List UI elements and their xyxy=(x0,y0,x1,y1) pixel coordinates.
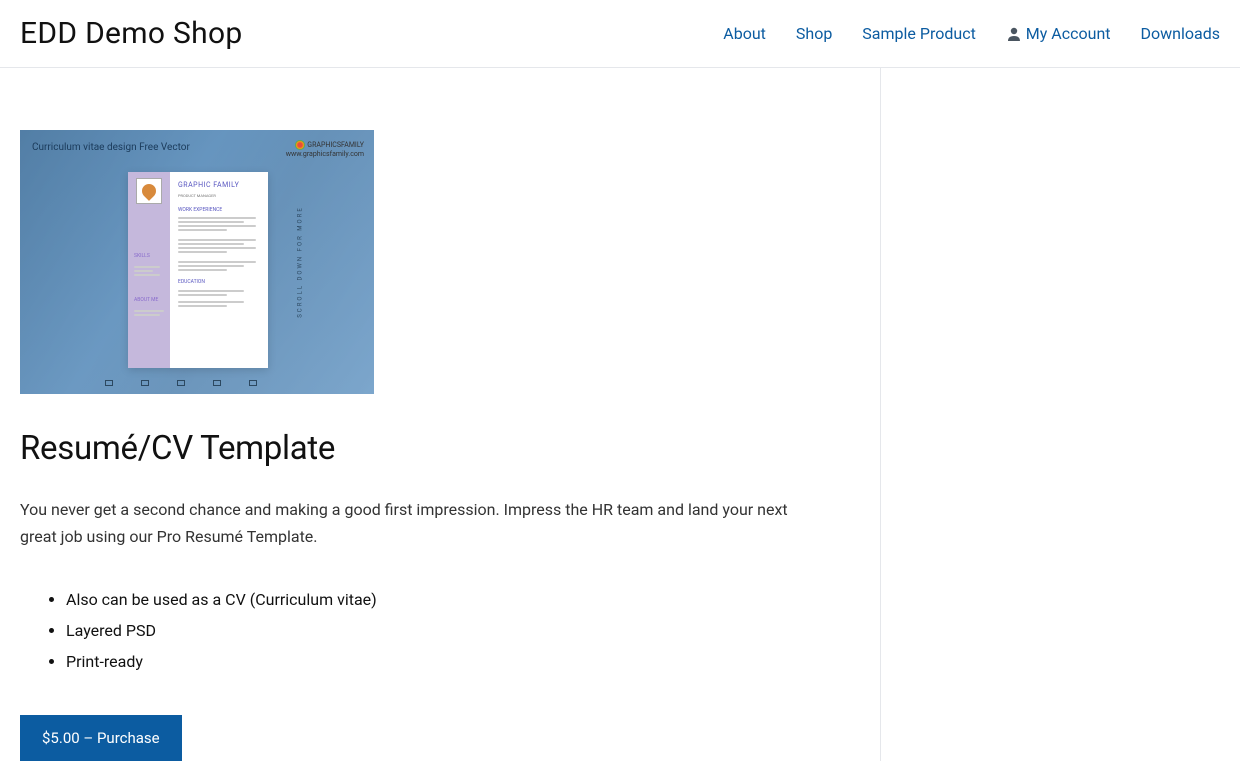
content-area: Curriculum vitae design Free Vector GRAP… xyxy=(20,68,880,761)
sidebar xyxy=(880,68,1220,761)
list-item: Also can be used as a CV (Curriculum vit… xyxy=(66,586,840,615)
nav-sample-product[interactable]: Sample Product xyxy=(862,24,976,43)
product-title: Resumé/CV Template xyxy=(20,429,840,468)
footer-mini-icon xyxy=(105,380,113,386)
resume-doc-name: GRAPHIC FAMILY xyxy=(178,180,260,191)
product-image: Curriculum vitae design Free Vector GRAP… xyxy=(20,130,374,394)
preview-footer-icons xyxy=(105,380,257,386)
resume-mock: SKILLS ABOUT ME GRAPHIC FAMILY PRODUCT M… xyxy=(128,172,268,368)
nav-my-account[interactable]: My Account xyxy=(1006,24,1111,43)
list-item: Layered PSD xyxy=(66,617,840,646)
preview-badge: GRAPHICSFAMILY www.graphicsfamily.com xyxy=(286,140,364,158)
list-item: Print-ready xyxy=(66,648,840,677)
footer-mini-icon xyxy=(141,380,149,386)
nav-shop[interactable]: Shop xyxy=(796,24,832,43)
resume-education-heading: EDUCATION xyxy=(178,279,260,287)
resume-about-heading: ABOUT ME xyxy=(134,296,166,304)
nav-downloads[interactable]: Downloads xyxy=(1141,24,1220,43)
preview-badge-url: www.graphicsfamily.com xyxy=(286,150,364,158)
site-title[interactable]: EDD Demo Shop xyxy=(20,16,243,51)
purchase-button[interactable]: $5.00 – Purchase xyxy=(20,715,182,761)
preview-caption: Curriculum vitae design Free Vector xyxy=(32,142,190,153)
primary-nav: About Shop Sample Product My Account Dow… xyxy=(723,24,1220,43)
nav-about[interactable]: About xyxy=(723,24,766,43)
resume-doc-role: PRODUCT MANAGER xyxy=(178,193,260,199)
footer-mini-icon xyxy=(213,380,221,386)
graphicsfamily-logo-icon xyxy=(295,140,305,150)
resume-left-col: SKILLS ABOUT ME xyxy=(128,172,170,368)
footer-mini-icon xyxy=(177,380,185,386)
product-description: You never get a second chance and making… xyxy=(20,496,800,550)
resume-skills-heading: SKILLS xyxy=(134,252,166,260)
preview-side-text: SCROLL DOWN FOR MORE xyxy=(297,206,304,318)
feature-list: Also can be used as a CV (Curriculum vit… xyxy=(20,586,840,676)
footer-mini-icon xyxy=(249,380,257,386)
resume-left-content: SKILLS ABOUT ME xyxy=(134,232,166,318)
preview-badge-name: GRAPHICSFAMILY xyxy=(307,141,364,149)
nav-my-account-label: My Account xyxy=(1026,24,1111,43)
resume-experience-heading: WORK EXPERIENCE xyxy=(178,207,260,215)
resume-right-col: GRAPHIC FAMILY PRODUCT MANAGER WORK EXPE… xyxy=(170,172,268,368)
resume-avatar-icon xyxy=(136,178,162,204)
user-icon xyxy=(1006,26,1022,42)
main-layout: Curriculum vitae design Free Vector GRAP… xyxy=(0,68,1240,761)
site-header: EDD Demo Shop About Shop Sample Product … xyxy=(0,0,1240,68)
